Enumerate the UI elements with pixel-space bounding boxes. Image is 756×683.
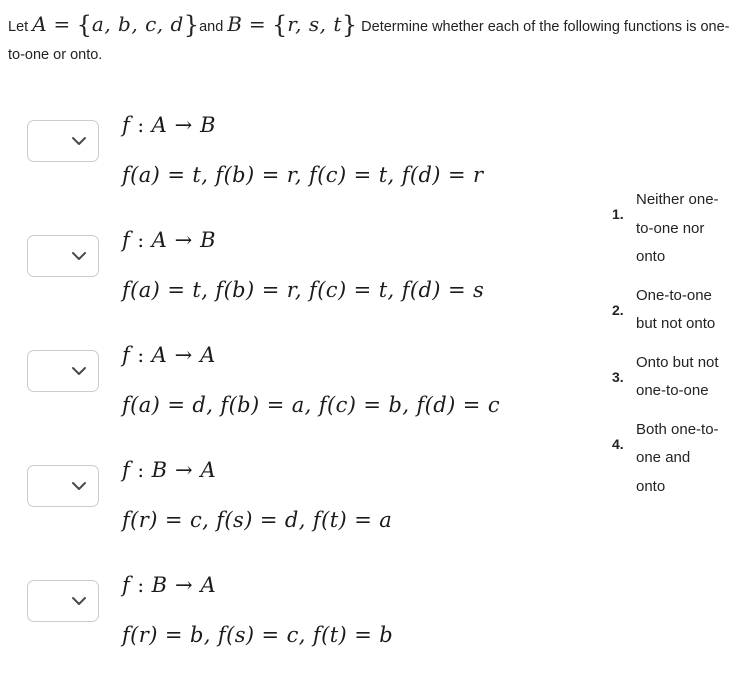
function-values-1: f(a) = t, f(b) = r, f(c) = t, f(d) = r: [122, 163, 484, 187]
signature-domain: B: [151, 573, 168, 597]
function-definition-3: f : A → A f(a) = d, f(b) = a, f(c) = b, …: [122, 338, 622, 422]
answer-dropdown-4[interactable]: [27, 465, 99, 507]
function-values-4: f(r) = c, f(s) = d, f(t) = a: [122, 508, 393, 532]
question-row: f : B → A f(r) = c, f(s) = d, f(t) = a: [0, 453, 620, 568]
answer-option-3[interactable]: 3. Onto but not one-to-one: [612, 349, 756, 406]
chevron-down-icon: [72, 482, 86, 490]
chevron-down-icon: [72, 137, 86, 145]
set-b-name: B: [227, 12, 243, 36]
function-signature-5: f : B → A: [122, 568, 622, 602]
function-values-3: f(a) = d, f(b) = a, f(c) = b, f(d) = c: [122, 393, 501, 417]
prompt-lead: Let: [8, 19, 33, 35]
answer-dropdown-5[interactable]: [27, 580, 99, 622]
signature-colon: :: [130, 343, 152, 367]
answer-option-2[interactable]: 2. One-to-one but not onto: [612, 282, 756, 339]
function-signature-3: f : A → A: [122, 338, 622, 372]
function-signature-2: f : A → B: [122, 223, 622, 257]
answer-dropdown-3[interactable]: [27, 350, 99, 392]
answer-option-4[interactable]: 4. Both one-to-one and onto: [612, 416, 756, 502]
set-b-elements: r, s, t: [287, 12, 342, 36]
signature-codomain: B: [200, 113, 217, 137]
signature-domain: A: [151, 228, 168, 252]
option-label: Onto but not one-to-one: [636, 353, 719, 400]
prompt-equals-b: =: [242, 12, 272, 36]
signature-colon: :: [130, 113, 152, 137]
set-a-name: A: [32, 12, 48, 36]
answer-option-1[interactable]: 1. Neither one-to-one nor onto: [612, 186, 756, 272]
option-number: 1.: [612, 206, 624, 222]
option-number: 2.: [612, 301, 624, 318]
function-signature-4: f : B → A: [122, 453, 622, 487]
question-list: f : A → B f(a) = t, f(b) = r, f(c) = t, …: [0, 108, 620, 683]
function-signature-1: f : A → B: [122, 108, 622, 142]
signature-codomain: B: [200, 228, 217, 252]
question-row: f : A → B f(a) = t, f(b) = r, f(c) = t, …: [0, 108, 620, 223]
signature-colon: :: [130, 228, 152, 252]
signature-arrow: →: [167, 343, 201, 367]
chevron-down-icon: [72, 367, 86, 375]
signature-arrow: →: [167, 458, 201, 482]
function-definition-5: f : B → A f(r) = b, f(s) = c, f(t) = b: [122, 568, 622, 652]
prompt-equals-a: =: [47, 12, 77, 36]
option-label: One-to-one but not onto: [636, 286, 716, 333]
signature-codomain: A: [200, 573, 217, 597]
signature-arrow: →: [167, 228, 201, 252]
question-row: f : A → B f(a) = t, f(b) = r, f(c) = t, …: [0, 223, 620, 338]
function-values-2: f(a) = t, f(b) = r, f(c) = t, f(d) = s: [122, 278, 485, 302]
question-prompt: Let A = {a, b, c, d}and B = {r, s, t} De…: [8, 10, 738, 69]
chevron-down-icon: [72, 597, 86, 605]
prompt-conjunction: and: [199, 19, 228, 35]
set-a-open-brace: {: [76, 11, 92, 39]
set-b-open-brace: {: [271, 11, 288, 39]
set-a-close-brace: }: [183, 11, 200, 39]
question-row: f : B → A f(r) = b, f(s) = c, f(t) = b: [0, 568, 620, 683]
signature-codomain: A: [200, 343, 216, 367]
answer-options-list: 1. Neither one-to-one nor onto 2. One-to…: [612, 186, 756, 511]
signature-arrow: →: [167, 573, 201, 597]
signature-domain: A: [151, 343, 168, 367]
function-definition-1: f : A → B f(a) = t, f(b) = r, f(c) = t, …: [122, 108, 622, 192]
option-label: Both one-to-one and onto: [636, 420, 719, 495]
function-definition-2: f : A → B f(a) = t, f(b) = r, f(c) = t, …: [122, 223, 622, 307]
function-values-5: f(r) = b, f(s) = c, f(t) = b: [122, 623, 394, 647]
chevron-down-icon: [72, 252, 86, 260]
question-row: f : A → A f(a) = d, f(b) = a, f(c) = b, …: [0, 338, 620, 453]
signature-arrow: →: [167, 113, 201, 137]
option-label: Neither one-to-one nor onto: [636, 191, 719, 265]
signature-colon: :: [130, 573, 152, 597]
option-number: 4.: [612, 435, 624, 452]
signature-codomain: A: [200, 458, 217, 482]
option-number: 3.: [612, 368, 624, 385]
answer-dropdown-2[interactable]: [27, 235, 99, 277]
function-definition-4: f : B → A f(r) = c, f(s) = d, f(t) = a: [122, 453, 622, 537]
signature-domain: A: [151, 113, 168, 137]
answer-dropdown-1[interactable]: [27, 120, 99, 162]
set-b-close-brace: }: [341, 11, 358, 39]
signature-colon: :: [130, 458, 152, 482]
signature-domain: B: [151, 458, 168, 482]
set-a-elements: a, b, c, d: [91, 12, 184, 36]
